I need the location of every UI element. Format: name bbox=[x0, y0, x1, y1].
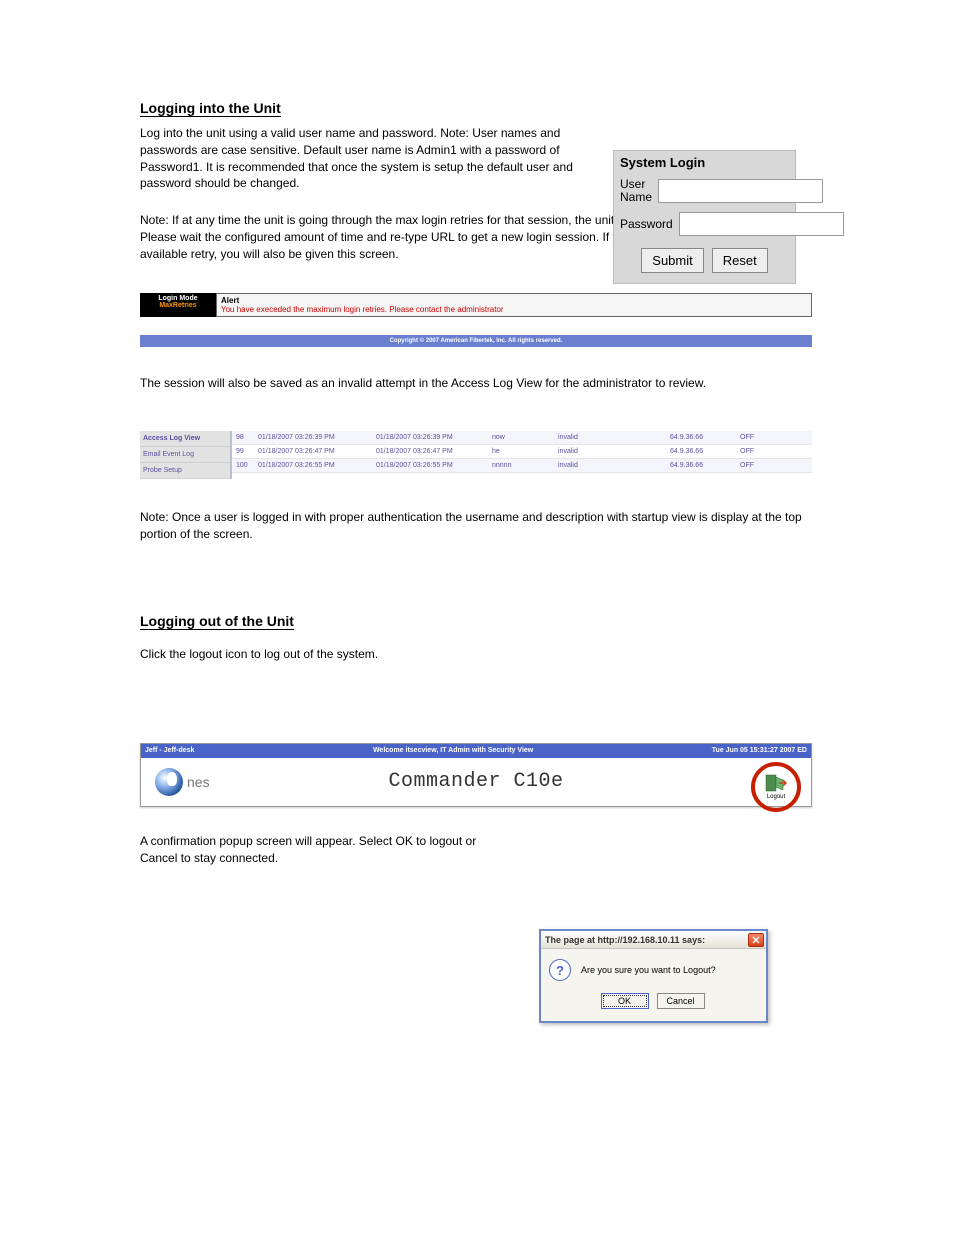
logout-label: Logout bbox=[767, 794, 785, 800]
username-label: User Name bbox=[620, 178, 652, 204]
cancel-button[interactable]: Cancel bbox=[657, 993, 705, 1009]
cell-id: 98 bbox=[232, 431, 254, 444]
log-nav: Access Log View Email Event Log Probe Se… bbox=[140, 431, 232, 479]
commander-topbar: Jeff - Jeff-desk Welcome itsecview, IT A… bbox=[141, 744, 811, 758]
logout-highlight: Logout bbox=[751, 762, 801, 812]
cell-id: 100 bbox=[232, 459, 254, 472]
alert-title: Alert bbox=[221, 296, 807, 305]
dialog-title: The page at http://192.168.10.11 says: bbox=[545, 935, 705, 945]
cell-user: nnnnn bbox=[488, 459, 554, 472]
table-row: 98 01/18/2007 03:26:39 PM 01/18/2007 03:… bbox=[232, 431, 812, 445]
cell-date1: 01/18/2007 03:26:55 PM bbox=[254, 459, 372, 472]
table-row: 100 01/18/2007 03:26:55 PM 01/18/2007 03… bbox=[232, 459, 812, 473]
cell-status: invalid bbox=[554, 445, 666, 458]
logo-text: nes bbox=[187, 774, 210, 790]
topbar-center: Welcome itsecview, IT Admin with Securit… bbox=[373, 747, 533, 754]
nav-email-event-log[interactable]: Email Event Log bbox=[140, 447, 230, 463]
sphere-icon bbox=[155, 768, 183, 796]
access-log-table: 98 01/18/2007 03:26:39 PM 01/18/2007 03:… bbox=[232, 431, 812, 479]
cell-off: OFF bbox=[736, 431, 776, 444]
ok-button[interactable]: OK bbox=[601, 993, 649, 1009]
login-intro-para: Log into the unit using a valid user nam… bbox=[140, 125, 580, 192]
copyright-text: Copyright © 2007 American Fibertek, Inc.… bbox=[390, 338, 563, 344]
dialog-titlebar: The page at http://192.168.10.11 says: bbox=[541, 931, 766, 949]
system-login-panel: System Login User Name Password Submit R… bbox=[613, 150, 796, 284]
cell-date2: 01/18/2007 03:26:55 PM bbox=[372, 459, 488, 472]
red-circle-annotation: Logout bbox=[751, 762, 801, 812]
cell-off: OFF bbox=[736, 459, 776, 472]
cell-date1: 01/18/2007 03:26:47 PM bbox=[254, 445, 372, 458]
section-title-logout: Logging out of the Unit bbox=[140, 613, 294, 630]
login-mode-label: Login Mode bbox=[140, 295, 216, 303]
commander-body: nes Commander C10e Logout bbox=[141, 758, 811, 806]
cell-user: he bbox=[488, 445, 554, 458]
logout-confirm-dialog: The page at http://192.168.10.11 says: ?… bbox=[539, 929, 768, 1023]
max-retries-label: MaxRetries bbox=[140, 302, 216, 310]
alert-strip: Login Mode MaxRetries Alert You have exe… bbox=[140, 293, 812, 347]
logout-icon[interactable] bbox=[765, 773, 787, 793]
cell-ip: 64.9.36.66 bbox=[666, 431, 736, 444]
note-welcome: Note: Once a user is logged in with prop… bbox=[140, 509, 812, 543]
nav-access-log-view[interactable]: Access Log View bbox=[140, 431, 230, 447]
nav-probe-setup[interactable]: Probe Setup bbox=[140, 463, 230, 479]
cell-ip: 64.9.36.66 bbox=[666, 445, 736, 458]
username-input[interactable] bbox=[658, 179, 823, 203]
alert-box: Alert You have execeded the maximum logi… bbox=[216, 293, 812, 317]
password-label: Password bbox=[620, 218, 673, 231]
close-icon[interactable] bbox=[748, 933, 764, 947]
login-mode-badge: Login Mode MaxRetries bbox=[140, 293, 216, 317]
password-input[interactable] bbox=[679, 212, 844, 236]
reset-button[interactable]: Reset bbox=[712, 248, 768, 273]
session-log-para: The session will also be saved as an inv… bbox=[140, 375, 812, 392]
cell-user: now bbox=[488, 431, 554, 444]
question-icon: ? bbox=[549, 959, 571, 981]
submit-button[interactable]: Submit bbox=[641, 248, 703, 273]
section-title-login: Logging into the Unit bbox=[140, 100, 281, 117]
dialog-message: Are you sure you want to Logout? bbox=[581, 965, 716, 975]
access-log-section: Access Log View Email Event Log Probe Se… bbox=[140, 431, 812, 479]
cell-id: 99 bbox=[232, 445, 254, 458]
cell-status: invalid bbox=[554, 431, 666, 444]
dialog-caption: A confirmation popup screen will appear.… bbox=[140, 833, 512, 867]
vnes-logo: nes bbox=[155, 768, 210, 796]
cell-date1: 01/18/2007 03:26:39 PM bbox=[254, 431, 372, 444]
commander-header: Jeff - Jeff-desk Welcome itsecview, IT A… bbox=[140, 743, 812, 807]
topbar-right: Tue Jun 05 15:31:27 2007 ED bbox=[712, 747, 807, 754]
cell-date2: 01/18/2007 03:26:47 PM bbox=[372, 445, 488, 458]
commander-title: Commander C10e bbox=[388, 770, 563, 793]
table-row: 99 01/18/2007 03:26:47 PM 01/18/2007 03:… bbox=[232, 445, 812, 459]
topbar-left: Jeff - Jeff-desk bbox=[145, 747, 194, 754]
footer-bar: Copyright © 2007 American Fibertek, Inc.… bbox=[140, 335, 812, 347]
cell-off: OFF bbox=[736, 445, 776, 458]
alert-message: You have execeded the maximum login retr… bbox=[221, 305, 807, 314]
login-panel-title: System Login bbox=[614, 151, 795, 174]
cell-ip: 64.9.36.66 bbox=[666, 459, 736, 472]
cell-date2: 01/18/2007 03:26:39 PM bbox=[372, 431, 488, 444]
cell-status: invalid bbox=[554, 459, 666, 472]
logout-para: Click the logout icon to log out of the … bbox=[140, 646, 812, 663]
